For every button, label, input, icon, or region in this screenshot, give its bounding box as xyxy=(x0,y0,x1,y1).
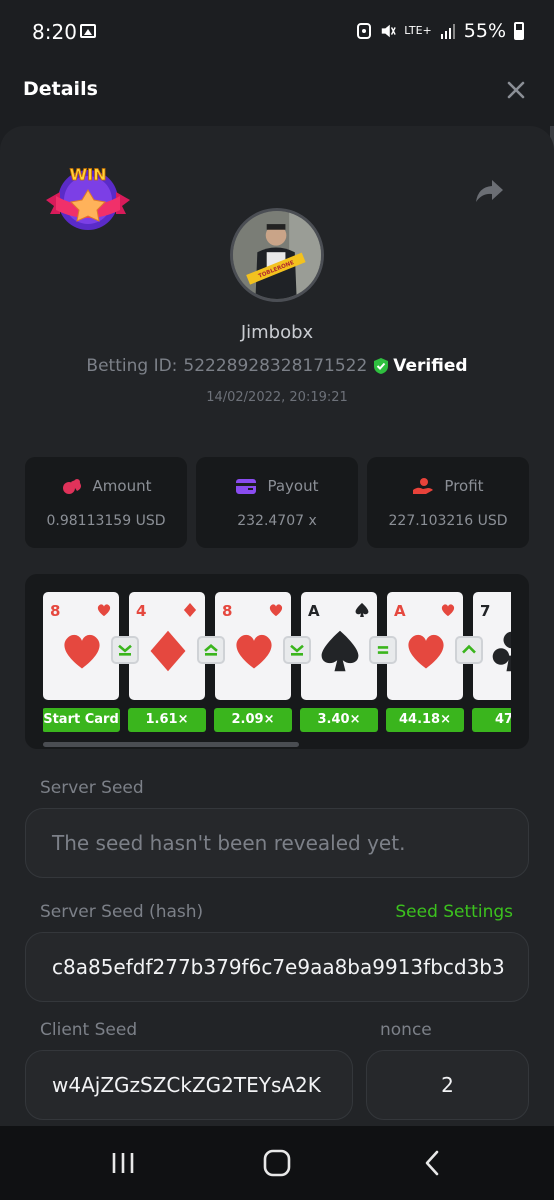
details-header: Details xyxy=(0,62,554,128)
share-icon[interactable] xyxy=(474,178,504,204)
wallet-icon xyxy=(236,479,257,494)
card-rank: A xyxy=(394,602,406,620)
avatar: TOBLERONE xyxy=(230,208,324,302)
stat-label: Payout xyxy=(267,477,319,495)
diamond-suit-icon xyxy=(150,630,186,672)
heart-suit-icon xyxy=(441,604,455,617)
status-icons: LTE+ 55% xyxy=(356,20,524,42)
verified-badge: Verified xyxy=(373,356,468,376)
spade-suit-icon xyxy=(355,602,369,618)
playing-card: A xyxy=(387,592,463,700)
card-rank: 8 xyxy=(222,602,233,620)
client-seed-field[interactable]: w4AjZGzSZCkZG2TEYsA2K xyxy=(25,1050,353,1120)
playing-card: 4 xyxy=(129,592,205,700)
username: Jimbobx xyxy=(240,322,314,343)
betting-id-label: Betting ID: xyxy=(86,356,178,376)
data-saver-icon xyxy=(357,23,372,39)
card-multiplier: 44.18× xyxy=(386,708,464,732)
server-seed-hash-field[interactable]: c8a85efdf277b379f6c7e9aa8ba9913fbcd3b3 xyxy=(25,932,529,1002)
lower-or-equal-icon xyxy=(283,636,311,664)
stat-payout: Payout 232.4707 x xyxy=(196,457,358,548)
diamond-suit-icon xyxy=(183,602,197,618)
shield-check-icon xyxy=(374,358,389,374)
card-rank: 7 xyxy=(480,602,491,620)
win-badge-icon: WIN xyxy=(46,165,130,230)
higher-icon xyxy=(455,636,483,664)
back-icon[interactable] xyxy=(418,1148,448,1178)
server-seed-hash-label: Server Seed (hash) xyxy=(40,902,204,922)
cards-scrollbar[interactable] xyxy=(43,742,299,747)
club-suit-icon xyxy=(492,631,511,672)
heart-suit-icon xyxy=(97,604,111,617)
spade-suit-icon xyxy=(321,630,359,672)
cards-strip[interactable]: 8 Start Card 4 1.61× 8 2.09× A 3.40× A 44.18× 7 47.… xyxy=(43,592,511,732)
seed-settings-link[interactable]: Seed Settings xyxy=(395,902,513,922)
hand-coin-icon xyxy=(413,478,434,494)
cards-history[interactable]: 8 Start Card 4 1.61× 8 2.09× A 3.40× A 44.18× 7 47.… xyxy=(25,574,529,749)
card-multiplier: 3.40× xyxy=(300,708,378,732)
recent-apps-icon[interactable] xyxy=(108,1148,138,1178)
heart-suit-icon xyxy=(64,634,100,669)
stat-amount: Amount 0.98113159 USD xyxy=(25,457,187,548)
battery-icon xyxy=(514,22,524,40)
bet-details-panel: WIN TOBLERONE Jimbobx Betting ID: 522289… xyxy=(0,126,554,1130)
network-type: LTE+ xyxy=(404,24,432,37)
win-badge-text: WIN xyxy=(70,165,107,184)
stat-label: Amount xyxy=(92,477,152,495)
betting-id-row: Betting ID: 52228928328171522 Verified xyxy=(0,356,554,376)
heart-suit-icon xyxy=(269,604,283,617)
heart-suit-icon xyxy=(236,634,272,669)
server-seed-label: Server Seed xyxy=(40,778,144,798)
lower-or-equal-icon xyxy=(111,636,139,664)
betting-id-value: 52228928328171522 xyxy=(183,356,368,376)
stat-label: Profit xyxy=(444,477,484,495)
card-multiplier: Start Card xyxy=(43,708,120,732)
equal-icon xyxy=(369,636,397,664)
card-multiplier: 2.09× xyxy=(214,708,292,732)
stat-value: 227.103216 USD xyxy=(388,513,508,529)
stat-value: 0.98113159 USD xyxy=(46,513,166,529)
bet-date: 14/02/2022, 20:19:21 xyxy=(206,390,348,405)
verified-label: Verified xyxy=(393,356,468,376)
system-nav-bar xyxy=(0,1126,554,1200)
battery-percent: 55% xyxy=(463,20,506,42)
stat-value: 232.4707 x xyxy=(237,513,317,529)
signal-icon xyxy=(440,24,455,39)
coins-icon xyxy=(62,479,81,494)
playing-card: 8 xyxy=(215,592,291,700)
playing-card: A xyxy=(301,592,377,700)
card-multiplier: 1.61× xyxy=(128,708,206,732)
higher-or-equal-icon xyxy=(197,636,225,664)
status-bar: 8:20 LTE+ 55% xyxy=(0,0,554,62)
nonce-field[interactable]: 2 xyxy=(366,1050,529,1120)
gallery-notification-icon xyxy=(80,24,96,38)
card-rank: 4 xyxy=(136,602,147,620)
heart-suit-icon xyxy=(408,634,444,669)
status-time: 8:20 xyxy=(32,20,77,44)
close-icon[interactable] xyxy=(504,78,528,102)
page-title: Details xyxy=(23,78,98,100)
stat-profit: Profit 227.103216 USD xyxy=(367,457,529,548)
playing-card: 8 xyxy=(43,592,119,700)
server-seed-field[interactable]: The seed hasn't been revealed yet. xyxy=(25,808,529,878)
card-multiplier: 47.8 xyxy=(472,708,511,732)
home-icon[interactable] xyxy=(262,1148,292,1178)
nonce-label: nonce xyxy=(380,1020,432,1040)
mute-icon xyxy=(382,24,397,38)
client-seed-label: Client Seed xyxy=(40,1020,138,1040)
card-rank: 8 xyxy=(50,602,61,620)
card-rank: A xyxy=(308,602,320,620)
